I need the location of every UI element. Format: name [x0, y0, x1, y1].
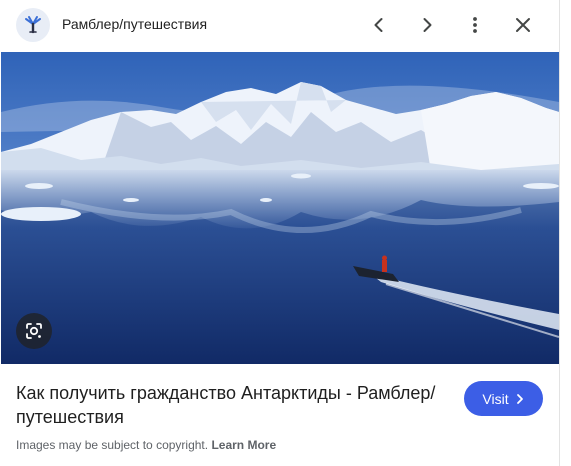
result-title[interactable]: Как получить гражданство Антарктиды - Ра… [16, 381, 448, 429]
copyright-notice: Images may be subject to copyright. Lear… [16, 438, 276, 452]
google-lens-icon [26, 323, 42, 339]
more-options-button[interactable] [459, 9, 491, 41]
close-icon [516, 18, 530, 32]
visit-label: Visit [482, 390, 509, 407]
preview-image[interactable] [1, 52, 559, 364]
site-logo[interactable] [16, 8, 50, 42]
google-lens-button[interactable] [16, 313, 52, 349]
site-name[interactable]: Рамблер/путешествия [62, 16, 207, 32]
scrollbar[interactable] [560, 0, 571, 466]
visit-button[interactable]: Visit [464, 381, 543, 416]
chevron-left-icon [374, 18, 383, 32]
next-button[interactable] [411, 9, 443, 41]
learn-more-link[interactable]: Learn More [211, 438, 276, 452]
close-button[interactable] [507, 9, 539, 41]
chevron-right-icon [516, 393, 523, 404]
copyright-text: Images may be subject to copyright. [16, 438, 209, 452]
image-preview-panel: Рамблер/путешествия Как получить граждан… [0, 0, 560, 466]
antarctic-bay-image [1, 52, 559, 364]
more-vert-icon [473, 17, 477, 33]
chevron-right-icon [423, 18, 432, 32]
rambler-travel-logo-icon [25, 16, 41, 34]
preview-header: Рамблер/путешествия [0, 0, 559, 50]
previous-button[interactable] [363, 9, 395, 41]
